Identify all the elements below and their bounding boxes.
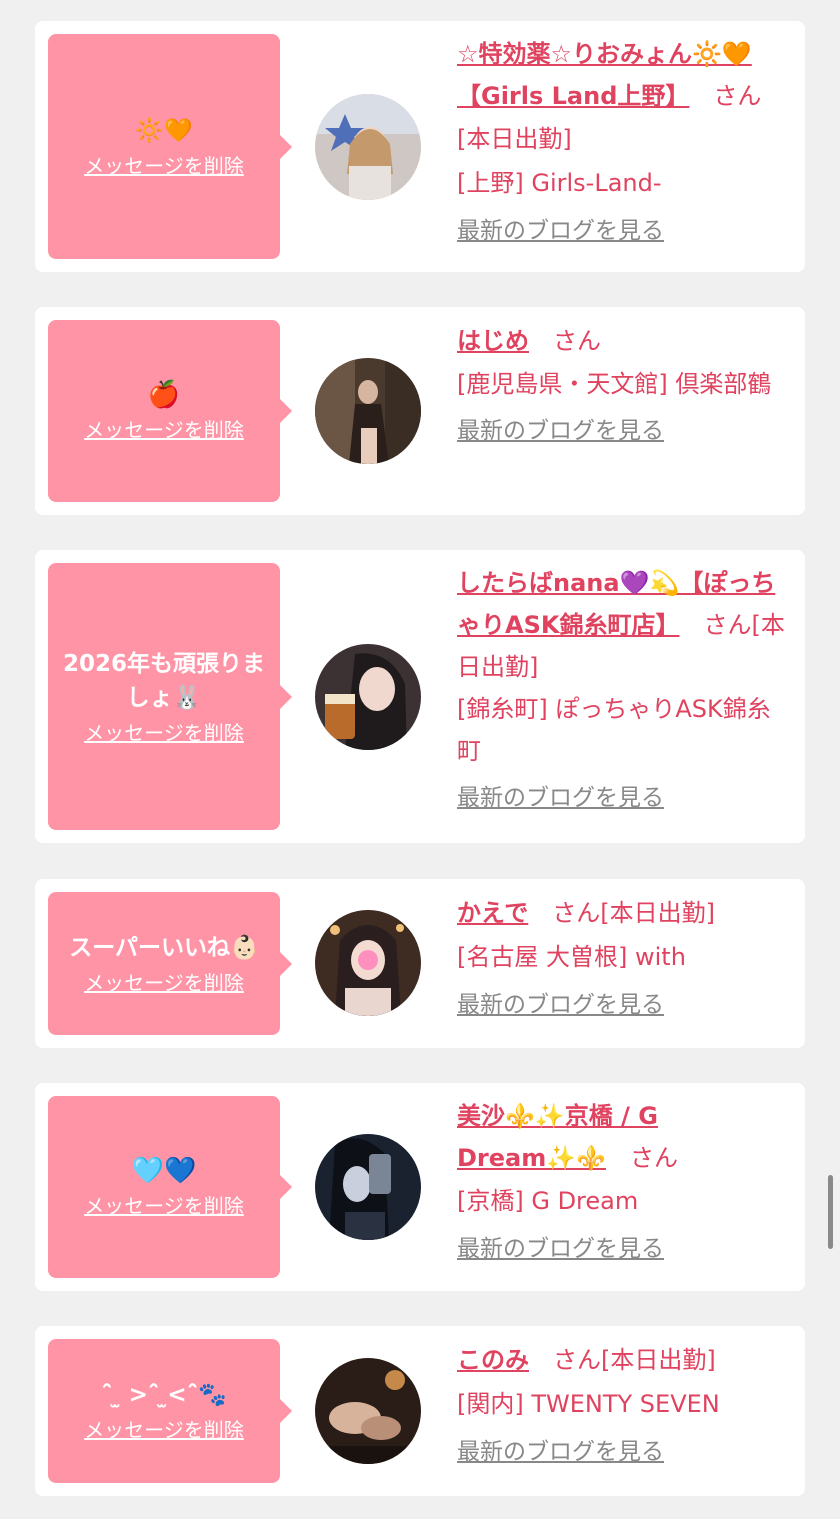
favorite-card: 2026年も頑張りましょ🐰 メッセージを削除 したらばnana💜💫【ぽっちゃりA… xyxy=(35,550,805,843)
shop-name: [関内] TWENTY SEVEN xyxy=(457,1390,720,1418)
girl-info: かえで さん[本日出勤] [名古屋 大曽根] with 最新のブログを見る xyxy=(457,891,793,1025)
message-bubble: 🍎 メッセージを削除 xyxy=(48,320,292,502)
shop-name: [京橋] G Dream xyxy=(457,1187,639,1215)
favorite-card: 🩵💙 メッセージを削除 美沙⚜️✨京橋 / G Dream✨⚜️ さん [京橋] … xyxy=(35,1083,805,1291)
avatar[interactable] xyxy=(315,94,421,200)
honorific: さん xyxy=(713,82,762,110)
girl-info: 美沙⚜️✨京橋 / G Dream✨⚜️ さん [京橋] G Dream 最新のブ… xyxy=(457,1095,793,1269)
latest-blog-link[interactable]: 最新のブログを見る xyxy=(457,211,664,251)
message-bubble: スーパーいいね👶🏻 メッセージを削除 xyxy=(48,892,292,1035)
delete-message-link[interactable]: メッセージを削除 xyxy=(84,152,244,180)
shop-name: [鹿児島県・天文館] 倶楽部鶴 xyxy=(457,370,772,398)
delete-message-link[interactable]: メッセージを削除 xyxy=(84,719,244,747)
girl-name-link[interactable]: このみ xyxy=(457,1346,529,1374)
message-bubble: 2026年も頑張りましょ🐰 メッセージを削除 xyxy=(48,563,292,830)
girl-name-link[interactable]: 美沙⚜️✨京橋 / G Dream✨⚜️ xyxy=(457,1102,658,1172)
girl-info: ☆特効薬☆りおみょん🔆🧡【Girls Land上野】 さん [本日出勤] [上野]… xyxy=(457,33,793,251)
message-bubble: ˆ̑̑ ̫ >ˆ̑̑ ̫<ˆ̑̑🐾 メッセージを削除 xyxy=(48,1339,292,1483)
message-text: 🔆🧡 xyxy=(135,117,193,144)
message-text: ˆ̑̑ ̫ >ˆ̑̑ ̫<ˆ̑̑🐾 xyxy=(101,1382,227,1408)
message-text: 🍎 xyxy=(147,380,181,410)
girl-name-link[interactable]: はじめ xyxy=(457,327,529,355)
girl-name-link[interactable]: かえで xyxy=(457,899,528,927)
honorific: さん xyxy=(553,1346,601,1374)
favorite-card: 🍎 メッセージを削除 はじめ さん [鹿児島県・天文館] 倶楽部鶴 最新のブログを… xyxy=(35,307,805,515)
latest-blog-link[interactable]: 最新のブログを見る xyxy=(457,411,664,451)
delete-message-link[interactable]: メッセージを削除 xyxy=(84,416,244,444)
favorite-card: 🔆🧡 メッセージを削除 ☆特効薬☆りおみょん🔆🧡【Girls Land上野】 さん… xyxy=(35,21,805,272)
work-status: [本日出勤] xyxy=(601,1346,716,1374)
message-text: 🩵💙 xyxy=(131,1156,197,1186)
honorific: さん xyxy=(552,899,601,927)
work-status: [本日出勤] xyxy=(457,125,572,153)
message-text: 2026年も頑張りましょ🐰 xyxy=(62,650,265,711)
latest-blog-link[interactable]: 最新のブログを見る xyxy=(457,1432,664,1472)
message-text: スーパーいいね👶🏻 xyxy=(69,934,259,961)
latest-blog-link[interactable]: 最新のブログを見る xyxy=(457,985,664,1025)
favorite-card: ˆ̑̑ ̫ >ˆ̑̑ ̫<ˆ̑̑🐾 メッセージを削除 このみ さん[本日出勤] [… xyxy=(35,1326,805,1496)
avatar[interactable] xyxy=(315,644,421,750)
work-status: [本日出勤] xyxy=(600,899,716,927)
favorite-card: スーパーいいね👶🏻 メッセージを削除 かえで さん[本日出勤] [名古屋 大曽根]… xyxy=(35,879,805,1048)
shop-name: [名古屋 大曽根] with xyxy=(457,943,686,971)
honorific: さん xyxy=(630,1144,679,1172)
honorific: さん xyxy=(703,611,752,639)
girl-info: はじめ さん [鹿児島県・天文館] 倶楽部鶴 最新のブログを見る xyxy=(457,319,793,451)
scrollbar[interactable] xyxy=(828,1175,833,1249)
latest-blog-link[interactable]: 最新のブログを見る xyxy=(457,1229,664,1269)
message-bubble: 🔆🧡 メッセージを削除 xyxy=(48,34,292,259)
delete-message-link[interactable]: メッセージを削除 xyxy=(84,1192,244,1220)
avatar[interactable] xyxy=(315,910,421,1016)
latest-blog-link[interactable]: 最新のブログを見る xyxy=(457,778,664,818)
girl-info: このみ さん[本日出勤] [関内] TWENTY SEVEN 最新のブログを見る xyxy=(457,1338,793,1472)
delete-message-link[interactable]: メッセージを削除 xyxy=(84,969,244,997)
shop-name: [錦糸町] ぽっちゃりASK錦糸町 xyxy=(457,695,771,765)
girl-name-link[interactable]: ☆特効薬☆りおみょん🔆🧡【Girls Land上野】 xyxy=(457,40,752,110)
shop-name: [上野] Girls-Land- xyxy=(457,169,662,197)
girl-info: したらばnana💜💫【ぽっちゃりASK錦糸町店】 さん[本日出勤] [錦糸町] ぽ… xyxy=(457,562,793,818)
delete-message-link[interactable]: メッセージを削除 xyxy=(84,1416,244,1444)
message-bubble: 🩵💙 メッセージを削除 xyxy=(48,1096,292,1278)
honorific: さん xyxy=(553,327,601,355)
avatar[interactable] xyxy=(315,1134,421,1240)
avatar[interactable] xyxy=(315,358,421,464)
avatar[interactable] xyxy=(315,1358,421,1464)
